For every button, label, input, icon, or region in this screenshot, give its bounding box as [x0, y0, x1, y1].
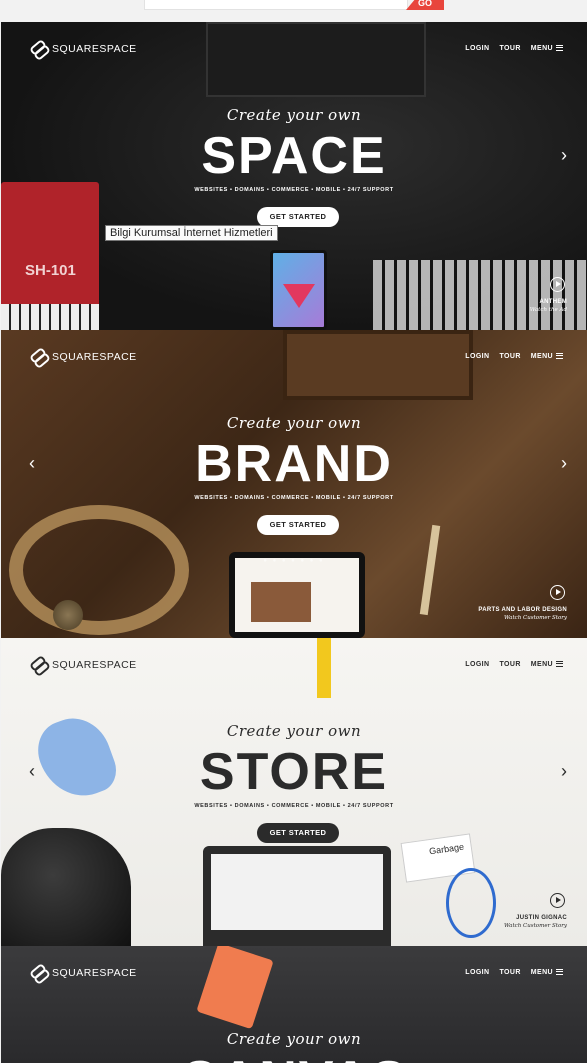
tagline: WEBSITES • DOMAINS • COMMERCE • MOBILE •…	[194, 803, 394, 809]
top-nav: LOGIN TOUR MENU	[465, 45, 563, 52]
nav-login[interactable]: LOGIN	[465, 969, 489, 976]
hero-slide-store: Garbage SQUARESPACE LOGIN TOUR MENU Crea…	[1, 638, 587, 946]
phone-triangle	[283, 284, 315, 308]
nav-tour[interactable]: TOUR	[499, 353, 520, 360]
video-link[interactable]: JUSTIN GIGNAC Watch Customer Story	[504, 893, 567, 929]
laptop	[203, 846, 391, 946]
top-nav: LOGIN TOUR MENU	[465, 661, 563, 668]
video-title: PARTS AND LABOR DESIGN	[478, 607, 567, 613]
synth-label: SH-101	[25, 262, 76, 279]
video-title: JUSTIN GIGNAC	[516, 915, 567, 921]
go-button[interactable]: GO	[406, 0, 444, 10]
squarespace-logo-icon	[30, 350, 47, 363]
squarespace-logo[interactable]: SQUARESPACE	[30, 966, 137, 979]
hero-word: SPACE	[201, 127, 387, 185]
carousel-dots[interactable]: ● ● ● ● ● ● ●	[1, 558, 587, 564]
hero-word: CANVAS	[1, 1050, 587, 1063]
create-heading: Create your own	[226, 1030, 362, 1048]
logo-text: SQUARESPACE	[52, 350, 137, 363]
video-subtitle: Watch Customer Story	[503, 615, 567, 621]
hero-slide-canvas: SQUARESPACE LOGIN TOUR MENU Create your …	[1, 946, 587, 1063]
create-heading: Create your own	[226, 106, 362, 124]
chevron-right-icon[interactable]: ›	[561, 454, 567, 472]
top-nav: LOGIN TOUR MENU	[465, 353, 563, 360]
squarespace-logo-icon	[30, 658, 47, 671]
trash-bag	[1, 828, 131, 946]
video-link[interactable]: ANTHEM Watch the Ad	[530, 277, 567, 313]
tagline: WEBSITES • DOMAINS • COMMERCE • MOBILE •…	[194, 495, 394, 501]
nav-menu[interactable]: MENU	[531, 45, 563, 52]
chevron-left-icon[interactable]: ‹	[29, 454, 35, 472]
wooden-box	[283, 330, 473, 400]
browser-search-bar: GO	[0, 0, 587, 22]
squarespace-logo[interactable]: SQUARESPACE	[30, 658, 137, 671]
tooltip: Bilgi Kurumsal İnternet Hizmetleri	[105, 225, 278, 241]
tablet-photo	[251, 582, 311, 622]
tagline: WEBSITES • DOMAINS • COMMERCE • MOBILE •…	[194, 187, 394, 193]
play-icon	[550, 277, 565, 292]
chevron-right-icon[interactable]: ›	[561, 146, 567, 164]
video-title: ANTHEM	[539, 299, 567, 305]
squarespace-logo-icon	[30, 42, 47, 55]
hero-word: BRAND	[195, 435, 393, 493]
video-subtitle: Watch Customer Story	[503, 923, 567, 929]
hero-word: STORE	[199, 743, 389, 801]
nav-tour[interactable]: TOUR	[499, 45, 520, 52]
squarespace-logo[interactable]: SQUARESPACE	[30, 42, 137, 55]
play-icon	[550, 893, 565, 908]
scissors	[446, 868, 496, 938]
logo-text: SQUARESPACE	[52, 42, 137, 55]
orange-notebook	[196, 946, 274, 1030]
nav-menu[interactable]: MENU	[531, 661, 563, 668]
nav-tour[interactable]: TOUR	[499, 969, 520, 976]
video-link[interactable]: PARTS AND LABOR DESIGN Watch Customer St…	[478, 585, 567, 621]
hero-slide-space: SH-101 SQUARESPACE LOGIN TOUR MENU Creat…	[1, 22, 587, 330]
logo-text: SQUARESPACE	[52, 966, 137, 979]
chevron-right-icon[interactable]: ›	[561, 762, 567, 780]
nav-login[interactable]: LOGIN	[465, 661, 489, 668]
nav-menu[interactable]: MENU	[531, 969, 563, 976]
top-nav: LOGIN TOUR MENU	[465, 969, 563, 976]
hammer	[419, 524, 441, 616]
yellow-knife	[317, 638, 331, 698]
get-started-button[interactable]: GET STARTED	[257, 515, 339, 535]
create-heading: Create your own	[226, 722, 362, 740]
chevron-left-icon[interactable]: ‹	[29, 762, 35, 780]
hamburger-icon	[556, 969, 563, 976]
nav-login[interactable]: LOGIN	[465, 45, 489, 52]
synth-panel	[1, 182, 99, 312]
hamburger-icon	[556, 353, 563, 360]
nav-tour[interactable]: TOUR	[499, 661, 520, 668]
hero-slide-brand: SQUARESPACE LOGIN TOUR MENU Create your …	[1, 330, 587, 638]
rope-coil	[9, 505, 189, 635]
door-knob	[53, 600, 83, 630]
hamburger-icon	[556, 45, 563, 52]
search-input[interactable]	[144, 0, 408, 10]
video-subtitle: Watch the Ad	[529, 307, 567, 313]
nav-login[interactable]: LOGIN	[465, 353, 489, 360]
get-started-button[interactable]: GET STARTED	[257, 823, 339, 843]
squarespace-logo[interactable]: SQUARESPACE	[30, 350, 137, 363]
play-icon	[550, 585, 565, 600]
squarespace-logo-icon	[30, 966, 47, 979]
get-started-button[interactable]: GET STARTED	[257, 207, 339, 227]
piano-keys	[1, 304, 99, 330]
mixer-panel	[206, 22, 426, 97]
logo-text: SQUARESPACE	[52, 658, 137, 671]
hamburger-icon	[556, 661, 563, 668]
nav-menu[interactable]: MENU	[531, 353, 563, 360]
create-heading: Create your own	[226, 414, 362, 432]
